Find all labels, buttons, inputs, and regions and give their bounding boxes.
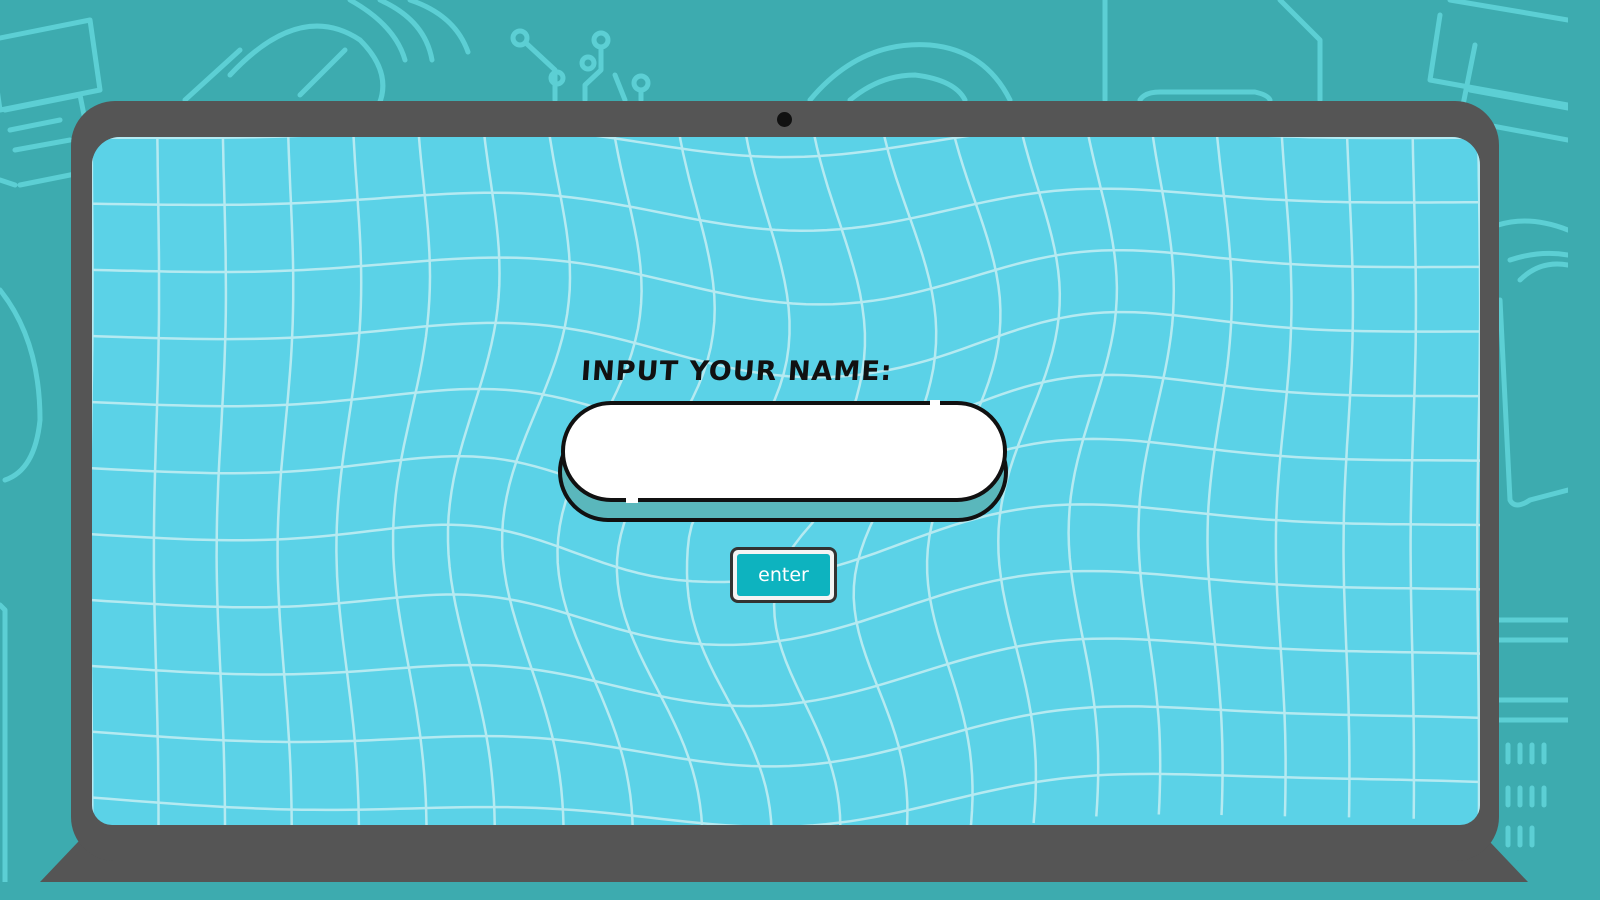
grid-line-vertical-15 [1067, 137, 1119, 817]
grid-line-horizontal-10 [92, 772, 1480, 825]
grid-line-vertical-17 [1206, 137, 1234, 816]
grid-line-vertical-1 [152, 137, 161, 825]
input-outline-gap [626, 497, 638, 503]
enter-button-label: enter [737, 554, 830, 596]
grid-line-vertical-16 [1137, 137, 1176, 815]
circuit-icon [510, 28, 651, 103]
grid-line-vertical-5 [391, 137, 432, 825]
grid-line-vertical-2 [215, 137, 228, 825]
grid-line-vertical-3 [276, 137, 295, 825]
grid-line-horizontal-0 [92, 137, 1480, 159]
floppy-disk-icon [1102, 0, 1323, 103]
grid-line-horizontal-1 [92, 187, 1480, 232]
grid-line-vertical-0 [92, 137, 94, 825]
grid-line-vertical-4 [335, 137, 363, 825]
server-rack-icon [1495, 617, 1568, 848]
name-prompt-label: INPUT YOUR NAME: [579, 356, 894, 387]
mouse-outline-left-icon [0, 287, 43, 882]
grid-line-horizontal-8 [92, 637, 1480, 708]
enter-button[interactable]: enter [730, 547, 837, 603]
cd-disc-icon [807, 42, 1013, 103]
name-input[interactable] [561, 401, 1007, 502]
input-outline-gap [930, 400, 940, 406]
grid-line-horizontal-9 [92, 705, 1480, 768]
webcam-icon [777, 112, 792, 127]
grid-line-vertical-6 [446, 137, 501, 825]
